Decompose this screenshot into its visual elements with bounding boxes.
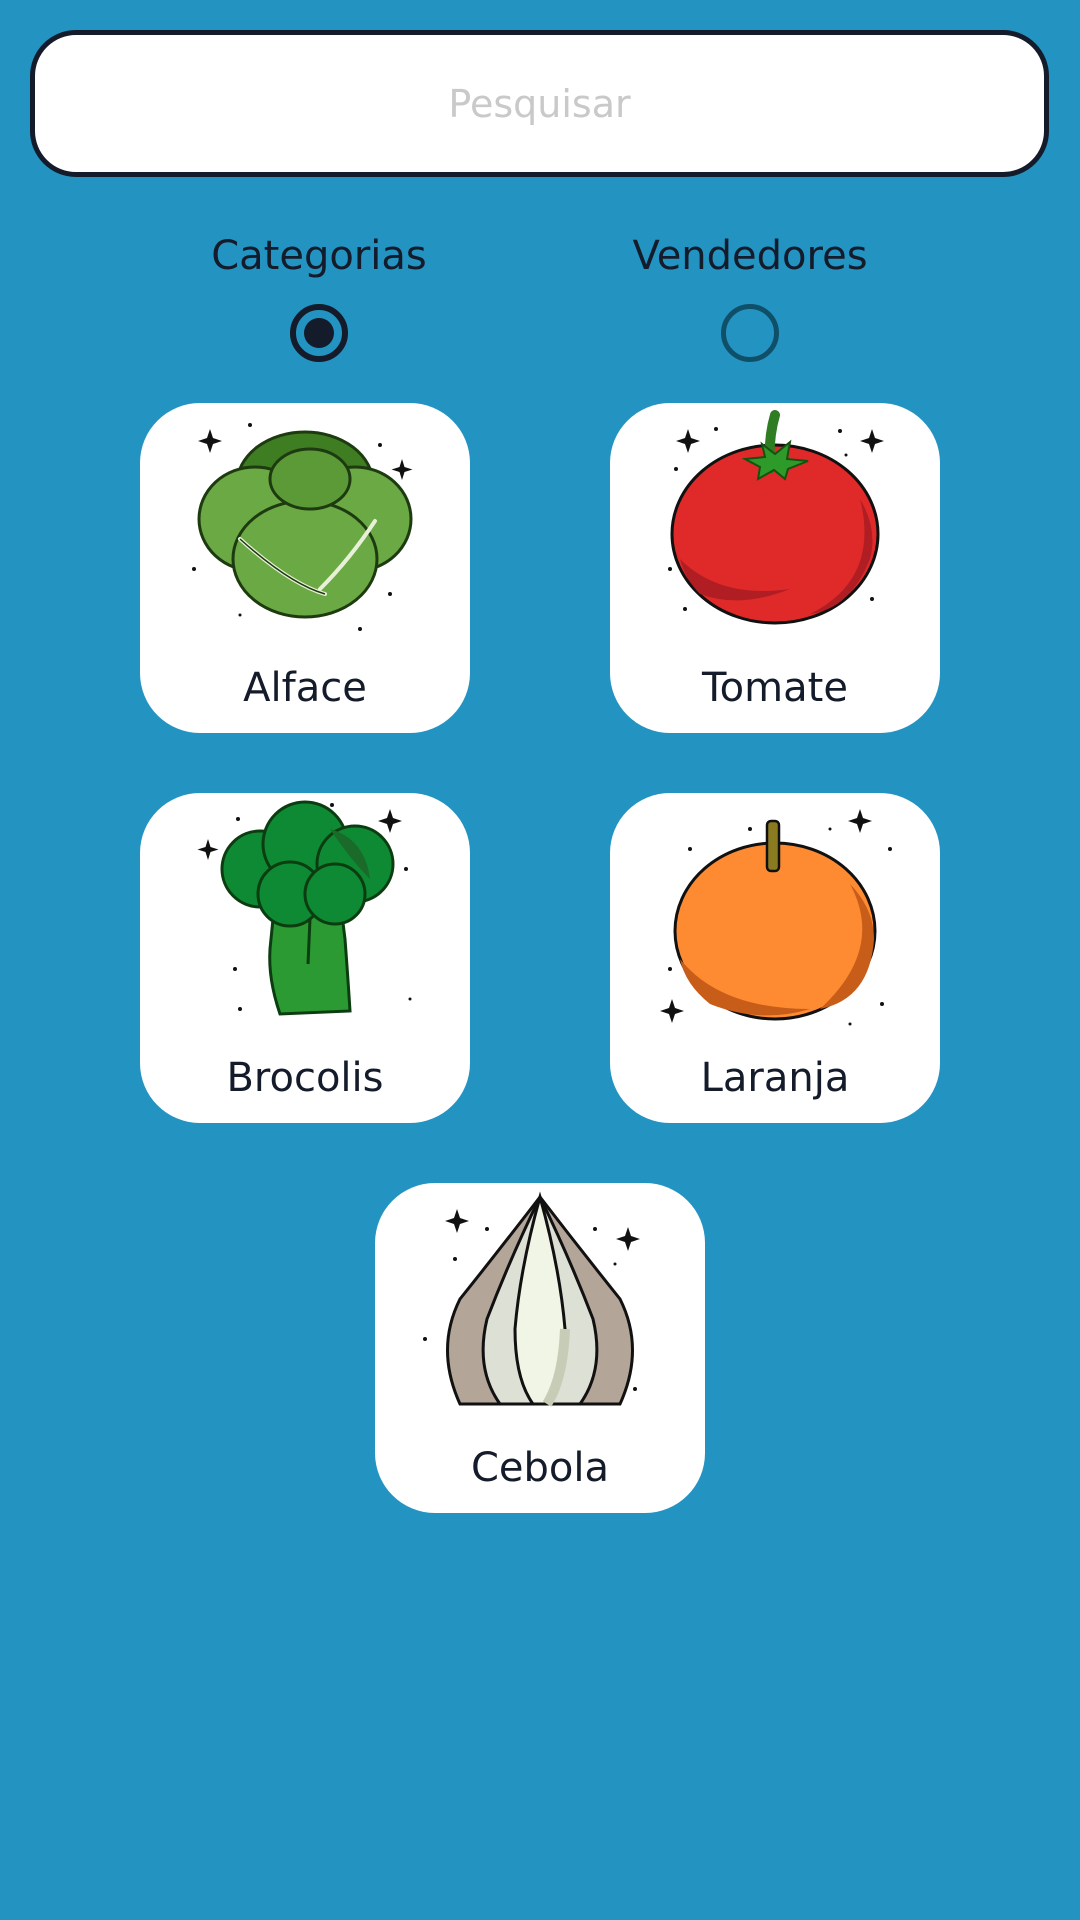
product-card-alface[interactable]: Alface [140, 403, 470, 733]
product-card-brocolis[interactable]: Brocolis [140, 793, 470, 1123]
product-label: Alface [243, 665, 367, 711]
search-box[interactable] [30, 30, 1049, 177]
onion-icon [423, 1191, 640, 1407]
filter-label-vendedores: Vendedores [632, 233, 868, 279]
filter-label-categorias: Categorias [211, 233, 427, 279]
tomato-icon [668, 410, 884, 625]
product-label: Laranja [700, 1055, 850, 1101]
radio-categorias[interactable] [290, 304, 348, 362]
product-label: Cebola [470, 1445, 610, 1491]
product-label: Tomate [702, 665, 848, 711]
radio-vendedores[interactable] [721, 304, 779, 362]
search-input[interactable] [35, 35, 1044, 172]
lettuce-icon [192, 423, 413, 631]
product-label: Brocolis [226, 1055, 384, 1101]
filter-categorias[interactable]: Categorias [169, 226, 469, 362]
product-card-laranja[interactable]: Laranja [610, 793, 940, 1123]
product-card-tomate[interactable]: Tomate [610, 403, 940, 733]
product-card-cebola[interactable]: Cebola [375, 1183, 705, 1513]
broccoli-icon [197, 800, 412, 1016]
orange-icon [660, 809, 892, 1026]
filter-vendedores[interactable]: Vendedores [600, 226, 900, 362]
